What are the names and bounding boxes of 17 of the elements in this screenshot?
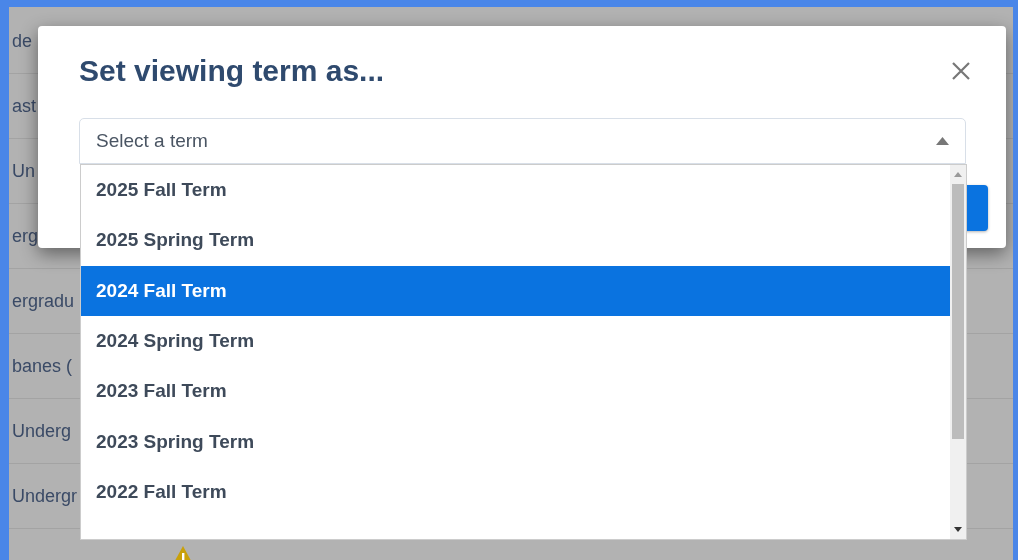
table-cell-text: erg	[12, 225, 38, 247]
table-cell-text: banes (	[12, 355, 73, 377]
table-cell-text: ergradu	[12, 290, 75, 312]
term-select[interactable]: Select a term	[79, 118, 966, 164]
table-cell-text: Underg	[12, 420, 72, 442]
table-cell-text: Undergr	[12, 485, 78, 507]
dropdown-option[interactable]: 2022 Fall Term	[81, 466, 950, 518]
dropdown-option[interactable]: 2025 Fall Term	[81, 165, 950, 216]
dropdown-option[interactable]: 2024 Fall Term	[81, 265, 950, 316]
table-cell-text: Un	[12, 160, 35, 182]
dropdown-option[interactable]: 2024 Spring Term	[81, 315, 950, 367]
dropdown-option[interactable]: 2025 Spring Term	[81, 215, 950, 266]
dialog-title: Set viewing term as...	[79, 54, 385, 88]
dropdown-option[interactable]: 2023 Fall Term	[81, 366, 950, 417]
table-cell-text: de	[12, 30, 33, 52]
dropdown-option[interactable]: 2023 Spring Term	[81, 416, 950, 467]
table-cell-text: ast	[12, 95, 36, 117]
